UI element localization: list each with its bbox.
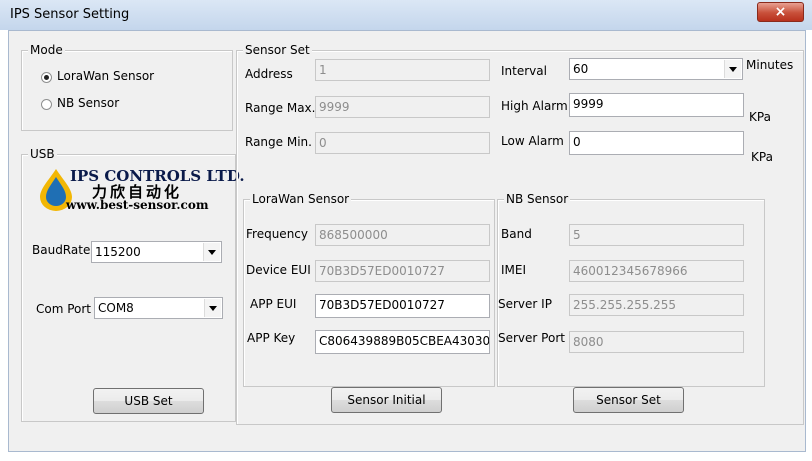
close-button[interactable]: × <box>757 2 804 22</box>
usb-group: USB IPS CONTROLS LTD. 力欣自动化 www.best-sen… <box>21 147 245 422</box>
nb-legend: NB Sensor <box>504 192 571 206</box>
address-field[interactable]: 1 <box>315 59 490 81</box>
title-bar: IPS Sensor Setting × <box>0 0 812 30</box>
sensor-set-group: Sensor Set Address 1 Range Max. 9999 Ran… <box>236 43 804 425</box>
client-area: Mode LoraWan Sensor NB Sensor USB IPS CO… <box>8 30 806 452</box>
interval-select[interactable]: 60 <box>569 58 743 80</box>
sensor-set-legend: Sensor Set <box>243 43 312 57</box>
lorawan-legend: LoraWan Sensor <box>250 192 352 206</box>
server-ip-label: Server IP <box>498 297 552 311</box>
baudrate-label: BaudRate <box>32 243 91 257</box>
server-port-field[interactable]: 8080 <box>569 331 744 353</box>
usb-set-button[interactable]: USB Set <box>93 388 204 414</box>
low-alarm-label: Low Alarm <box>501 134 564 148</box>
sensor-initial-button[interactable]: Sensor Initial <box>331 387 442 413</box>
baudrate-select[interactable]: 115200 <box>91 241 222 263</box>
range-max-field[interactable]: 9999 <box>315 96 490 118</box>
radio-selected-dot <box>44 75 49 80</box>
main-window: IPS Sensor Setting × Mode LoraWan Sensor… <box>0 0 812 461</box>
logo-url: www.best-sensor.com <box>66 198 209 212</box>
chevron-down-icon[interactable] <box>203 243 220 261</box>
server-port-label: Server Port <box>498 331 565 345</box>
frequency-label: Frequency <box>246 227 308 241</box>
comport-label: Com Port <box>36 302 92 316</box>
high-alarm-label: High Alarm <box>501 99 568 113</box>
lorawan-radio[interactable] <box>41 72 52 83</box>
low-alarm-unit: KPa <box>751 150 773 164</box>
chevron-down-icon[interactable] <box>724 60 741 78</box>
high-alarm-unit: KPa <box>749 110 771 124</box>
comport-select[interactable]: COM8 <box>94 297 223 319</box>
app-eui-field[interactable]: 70B3D57ED0010727 <box>315 294 490 318</box>
band-field[interactable]: 5 <box>569 224 744 246</box>
low-alarm-field[interactable]: 0 <box>569 131 744 155</box>
imei-label: IMEI <box>501 263 527 277</box>
nb-radio-label[interactable]: NB Sensor <box>57 96 119 110</box>
address-label: Address <box>245 67 293 81</box>
baudrate-value: 115200 <box>95 245 141 259</box>
device-eui-label: Device EUI <box>246 263 311 277</box>
comport-value: COM8 <box>98 301 134 315</box>
imei-field[interactable]: 460012345678966 <box>569 260 744 282</box>
mode-legend: Mode <box>28 43 65 57</box>
range-max-label: Range Max. <box>245 101 316 115</box>
frequency-field[interactable]: 868500000 <box>315 224 490 246</box>
app-key-label: APP Key <box>247 331 296 345</box>
app-key-field[interactable]: C806439889B05CBEA430309B <box>315 330 490 354</box>
nb-radio[interactable] <box>41 99 52 110</box>
mode-group: Mode LoraWan Sensor NB Sensor <box>21 43 233 131</box>
window-title: IPS Sensor Setting <box>10 7 130 22</box>
interval-value: 60 <box>573 62 589 76</box>
app-eui-label: APP EUI <box>250 297 297 311</box>
interval-unit: Minutes <box>746 58 794 72</box>
nb-sensor-group: NB Sensor Band 5 IMEI 460012345678966 Se… <box>497 192 765 387</box>
lorawan-radio-label[interactable]: LoraWan Sensor <box>57 69 154 83</box>
lorawan-sensor-group: LoraWan Sensor Frequency 868500000 Devic… <box>243 192 495 387</box>
interval-label: Interval <box>501 64 547 78</box>
server-ip-field[interactable]: 255.255.255.255 <box>569 294 744 316</box>
high-alarm-field[interactable]: 9999 <box>569 93 744 117</box>
device-eui-field[interactable]: 70B3D57ED0010727 <box>315 260 490 282</box>
usb-legend: USB <box>28 147 57 161</box>
chevron-down-icon[interactable] <box>204 299 221 317</box>
range-min-field[interactable]: 0 <box>315 132 490 154</box>
band-label: Band <box>501 227 532 241</box>
range-min-label: Range Min. <box>245 135 312 149</box>
sensor-set-button[interactable]: Sensor Set <box>573 387 684 413</box>
